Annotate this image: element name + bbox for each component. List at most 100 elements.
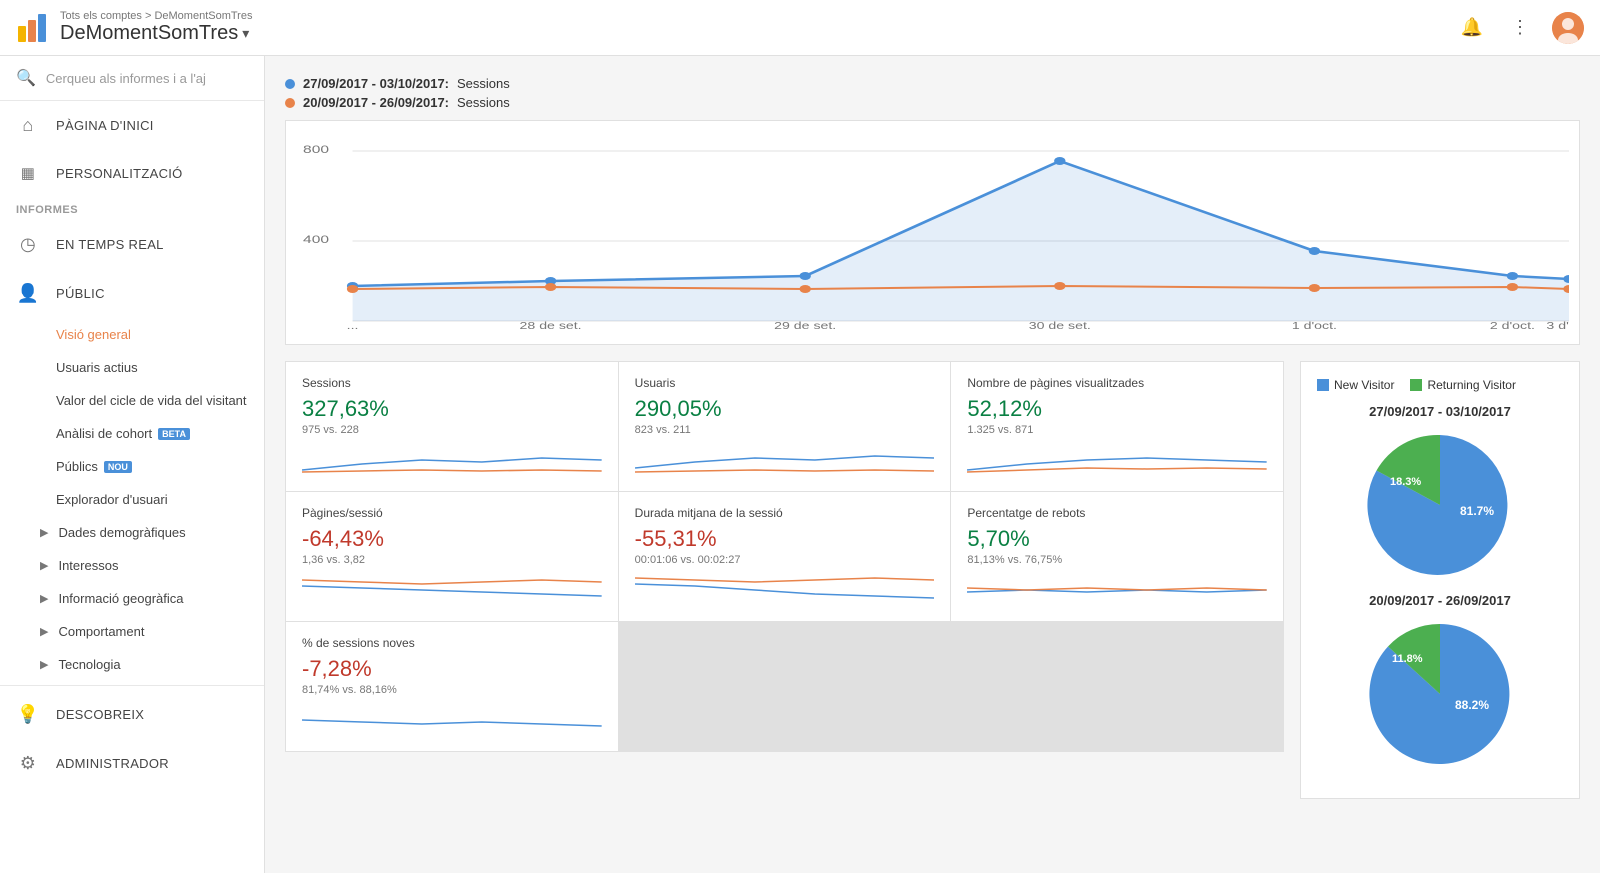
app-title: DeMomentSomTres ▾ (60, 22, 1456, 45)
sidebar-divider (0, 685, 264, 686)
bottom-row: Sessions 327,63% 975 vs. 228 Usuaris 290… (285, 361, 1580, 799)
pie-legend-new: New Visitor (1317, 378, 1394, 392)
metric-bounce: Percentatge de rebots 5,70% 81,13% vs. 7… (951, 492, 1283, 621)
legend-date-2: 20/09/2017 - 26/09/2017: (303, 95, 449, 110)
pie-wrapper-2: 88.2% 11.8% (1317, 614, 1563, 774)
metric-pages-session-compare: 1,36 vs. 3,82 (302, 554, 602, 566)
mini-chart-new-sessions (302, 702, 602, 738)
arrow-icon-demographics: ▶ (40, 526, 48, 539)
pie-date-2: 20/09/2017 - 26/09/2017 (1317, 593, 1563, 608)
sidebar-sub-cohort[interactable]: Anàlisi de cohort BETA (0, 417, 264, 450)
svg-text:2 d'oct.: 2 d'oct. (1490, 320, 1535, 331)
svg-text:...: ... (347, 320, 359, 331)
publics-label: Públics (56, 459, 98, 474)
legend-label-1: Sessions (457, 76, 510, 91)
sidebar-sub-lifetime[interactable]: Valor del cicle de vida del visitant (0, 384, 264, 417)
sidebar-sub-overview[interactable]: Visió general (0, 318, 264, 351)
sidebar-item-custom[interactable]: ▦ PERSONALITZACIÓ (0, 150, 264, 196)
discover-icon: 💡 (16, 704, 40, 725)
pie-chart-2: 88.2% 11.8% (1360, 614, 1520, 774)
sidebar-item-home[interactable]: ⌂ PÀGINA D'INICI (0, 101, 264, 150)
metric-pages-value: 52,12% (967, 396, 1267, 422)
legend-dot-2 (285, 98, 295, 108)
svg-text:81.7%: 81.7% (1460, 504, 1494, 518)
metric-sessions: Sessions 327,63% 975 vs. 228 (286, 362, 618, 491)
pie-legend-returning: Returning Visitor (1410, 378, 1516, 392)
pie-legend-color-returning (1410, 379, 1422, 391)
sidebar-group-interests[interactable]: ▶ Interessos (0, 549, 264, 582)
svg-text:1 d'oct.: 1 d'oct. (1292, 320, 1337, 331)
sidebar: 🔍 Cerqueu als informes i a l'aj ⌂ PÀGINA… (0, 56, 265, 873)
search-text: Cerqueu als informes i a l'aj (46, 71, 206, 86)
sidebar-search[interactable]: 🔍 Cerqueu als informes i a l'aj (0, 56, 264, 101)
sidebar-item-public[interactable]: 👤 PÚBLIC (0, 269, 264, 318)
legend-item-1: 27/09/2017 - 03/10/2017: Sessions (285, 76, 1580, 91)
sidebar-item-discover[interactable]: 💡 DESCOBREIX (0, 690, 264, 739)
more-options-button[interactable]: ⋮ (1504, 12, 1536, 44)
svg-text:88.2%: 88.2% (1455, 698, 1489, 712)
pie-legend: New Visitor Returning Visitor (1317, 378, 1563, 392)
pie-legend-new-label: New Visitor (1334, 378, 1394, 392)
mini-chart-bounce (967, 572, 1267, 608)
metric-pages-session-title: Pàgines/sessió (302, 506, 602, 520)
mini-chart-sessions (302, 442, 602, 478)
content-area: 27/09/2017 - 03/10/2017: Sessions 20/09/… (265, 56, 1600, 873)
metric-users-compare: 823 vs. 211 (635, 424, 935, 436)
sidebar-group-behavior[interactable]: ▶ Comportament (0, 615, 264, 648)
metric-duration-value: -55,31% (635, 526, 935, 552)
sidebar-item-realtime-label: EN TEMPS REAL (56, 237, 164, 252)
arrow-icon-technology: ▶ (40, 658, 48, 671)
sidebar-sub-explorer[interactable]: Explorador d'usuari (0, 483, 264, 516)
title-dropdown-arrow[interactable]: ▾ (242, 25, 249, 42)
svg-text:11.8%: 11.8% (1392, 653, 1423, 665)
sidebar-item-home-label: PÀGINA D'INICI (56, 118, 154, 133)
discover-label: DESCOBREIX (56, 707, 144, 722)
metric-duration: Durada mitjana de la sessió -55,31% 00:0… (619, 492, 951, 621)
metric-duration-title: Durada mitjana de la sessió (635, 506, 935, 520)
arrow-icon-geo: ▶ (40, 592, 48, 605)
pie-legend-color-new (1317, 379, 1329, 391)
legend-item-2: 20/09/2017 - 26/09/2017: Sessions (285, 95, 1580, 110)
metric-duration-compare: 00:01:06 vs. 00:02:27 (635, 554, 935, 566)
informes-label: Informes (0, 196, 264, 220)
sidebar-group-demographics[interactable]: ▶ Dades demogràfiques (0, 516, 264, 549)
sidebar-sub-active-users[interactable]: Usuaris actius (0, 351, 264, 384)
svg-text:28 de set.: 28 de set. (520, 320, 582, 331)
line-chart-container: 800 400 (285, 120, 1580, 345)
interests-label: Interessos (58, 558, 118, 573)
admin-icon: ⚙ (16, 753, 40, 774)
sidebar-item-realtime[interactable]: ◷ EN TEMPS REAL (0, 220, 264, 269)
avatar[interactable] (1552, 12, 1584, 44)
lifetime-label: Valor del cicle de vida del visitant (56, 393, 247, 408)
arrow-icon-behavior: ▶ (40, 625, 48, 638)
sidebar-item-admin[interactable]: ⚙ ADMINISTRADOR (0, 739, 264, 788)
cohort-badge: BETA (158, 428, 190, 440)
breadcrumb: Tots els comptes > DeMomentSomTres (60, 10, 1456, 22)
geo-label: Informació geogràfica (58, 591, 183, 606)
metric-sessions-compare: 975 vs. 228 (302, 424, 602, 436)
mini-chart-pages-session (302, 572, 602, 608)
header-actions: 🔔 ⋮ (1456, 12, 1584, 44)
active-users-label: Usuaris actius (56, 360, 138, 375)
svg-text:29 de set.: 29 de set. (774, 320, 836, 331)
metric-users-value: 290,05% (635, 396, 935, 422)
svg-text:18.3%: 18.3% (1390, 476, 1421, 488)
sidebar-group-geo[interactable]: ▶ Informació geogràfica (0, 582, 264, 615)
notifications-button[interactable]: 🔔 (1456, 12, 1488, 44)
arrow-icon-interests: ▶ (40, 559, 48, 572)
sidebar-item-custom-label: PERSONALITZACIÓ (56, 166, 183, 181)
demographics-label: Dades demogràfiques (58, 525, 185, 540)
sidebar-group-technology[interactable]: ▶ Tecnologia (0, 648, 264, 681)
pie-wrapper-1: 81.7% 18.3% (1317, 425, 1563, 585)
custom-icon: ▦ (16, 164, 40, 182)
search-icon: 🔍 (16, 68, 36, 88)
sidebar-sub-publics[interactable]: Públics NOU (0, 450, 264, 483)
line-chart-svg: 800 400 (296, 131, 1569, 331)
person-icon: 👤 (16, 283, 40, 304)
metric-pages-title: Nombre de pàgines visualitzades (967, 376, 1267, 390)
metric-bounce-compare: 81,13% vs. 76,75% (967, 554, 1267, 566)
pie-legend-returning-label: Returning Visitor (1427, 378, 1516, 392)
legend-label-2: Sessions (457, 95, 510, 110)
metric-sessions-title: Sessions (302, 376, 602, 390)
title-area: Tots els comptes > DeMomentSomTres DeMom… (60, 10, 1456, 45)
